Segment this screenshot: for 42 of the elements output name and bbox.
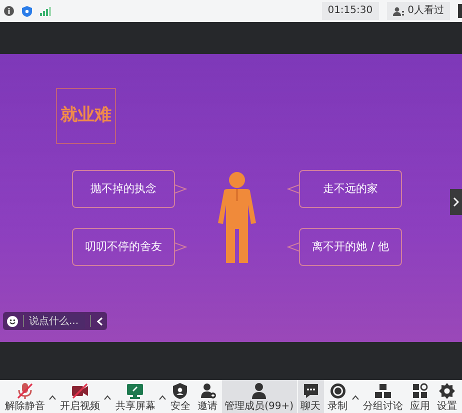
toolbar-button[interactable]: 应用	[406, 380, 433, 413]
speech-tail	[287, 242, 299, 252]
speech-tail	[287, 184, 299, 194]
slide-title: 就业难	[56, 88, 116, 144]
breakout-rooms-icon	[374, 383, 391, 399]
person-icon	[251, 383, 268, 399]
microphone-icon	[17, 383, 33, 399]
smiley-icon[interactable]	[7, 316, 18, 326]
monitor-icon	[127, 383, 144, 399]
apps-grid-icon	[412, 383, 428, 399]
toolbar-button[interactable]: 设置	[434, 380, 460, 413]
collapse-chevron-icon[interactable]	[96, 316, 103, 326]
speech-tail	[175, 184, 187, 194]
add-person-icon	[200, 383, 216, 399]
shield-icon	[172, 383, 188, 399]
viewers-button[interactable]: 0人看过	[386, 2, 450, 20]
toolbar-button[interactable]: 开启视频	[57, 380, 104, 413]
caret-icon[interactable]	[104, 395, 112, 400]
toolbar-button[interactable]: 管理成员(99+)	[222, 380, 297, 413]
shield-icon[interactable]	[22, 6, 32, 16]
toolbar-button[interactable]: 录制	[324, 380, 351, 413]
settings-icon	[439, 383, 455, 399]
record-icon	[330, 383, 346, 399]
toolbar-button[interactable]: 共享屏幕	[112, 380, 158, 413]
chevron-right-icon	[453, 197, 459, 207]
caret-icon[interactable]	[49, 395, 56, 400]
side-panel-expand-button[interactable]	[450, 189, 462, 215]
video-camera-icon	[72, 383, 88, 399]
toolbar-button[interactable]: 聊天	[298, 380, 324, 413]
meeting-timer: 01:15:30	[322, 2, 379, 20]
chat-bubble-icon	[302, 383, 319, 399]
toolbar-button[interactable]: 邀请	[194, 380, 221, 413]
window-edge	[458, 4, 462, 18]
caret-icon[interactable]	[352, 395, 359, 400]
people-icon	[392, 6, 404, 16]
chat-input-field[interactable]: 说点什么...	[29, 314, 85, 328]
info-icon[interactable]	[4, 6, 14, 16]
toolbar-button[interactable]: 安全	[167, 380, 194, 413]
caret-icon[interactable]	[159, 395, 166, 400]
speech-tail	[175, 242, 187, 252]
toolbar-button[interactable]: 解除静音	[2, 380, 48, 413]
toolbar-button[interactable]: 分组讨论	[360, 380, 406, 413]
